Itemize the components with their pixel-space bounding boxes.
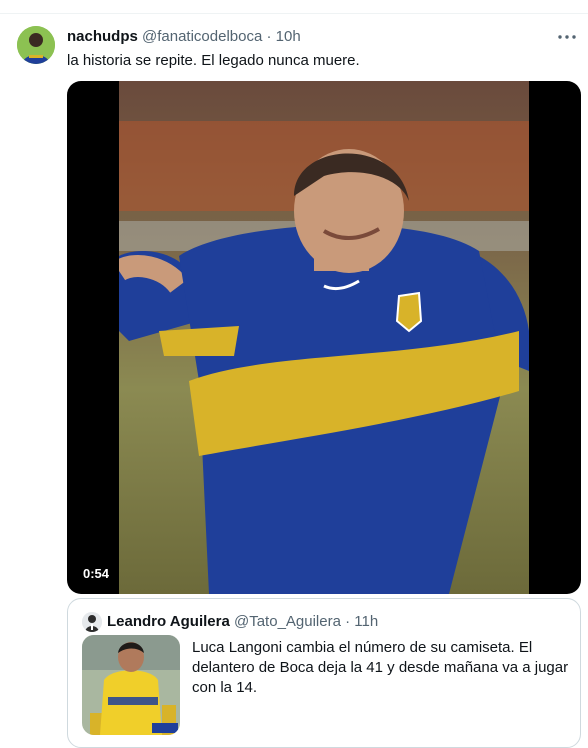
author-name[interactable]: nachudps [67,28,138,45]
separator-dot: · [262,28,276,45]
video-duration: 0:54 [78,564,115,584]
quoted-thumbnail-image [82,635,180,735]
quoted-avatar-image [82,612,102,632]
quoted-tweet-time[interactable]: 11h [354,613,378,630]
quoted-author-name[interactable]: Leandro Aguilera [107,613,230,630]
avatar-image [17,26,55,64]
quoted-tweet-text: Luca Langoni cambia el número de su cami… [192,639,569,696]
tweet-time[interactable]: 10h [276,28,301,45]
video-player[interactable]: 0:54 [67,81,581,594]
quoted-author-handle[interactable]: @Tato_Aguilera [234,613,341,630]
tweet-header: nachudps @fanaticodelboca · 10h [67,28,301,46]
video-frame-image [119,81,529,594]
tweet-text: la historia se repite. El legado nunca m… [67,52,360,69]
more-options-button[interactable] [555,28,579,46]
quoted-separator-dot: · [340,613,355,630]
top-divider [0,13,588,14]
ellipsis-icon [558,35,576,39]
author-handle[interactable]: @fanaticodelboca [142,28,262,45]
quoted-author-avatar[interactable] [82,612,102,632]
quoted-tweet[interactable]: Leandro Aguilera @Tato_Aguilera · 11h Lu… [67,598,581,748]
author-avatar[interactable] [17,26,55,64]
quoted-thumbnail[interactable] [82,635,180,735]
quoted-tweet-header: Leandro Aguilera @Tato_Aguilera · 11h [107,613,378,631]
